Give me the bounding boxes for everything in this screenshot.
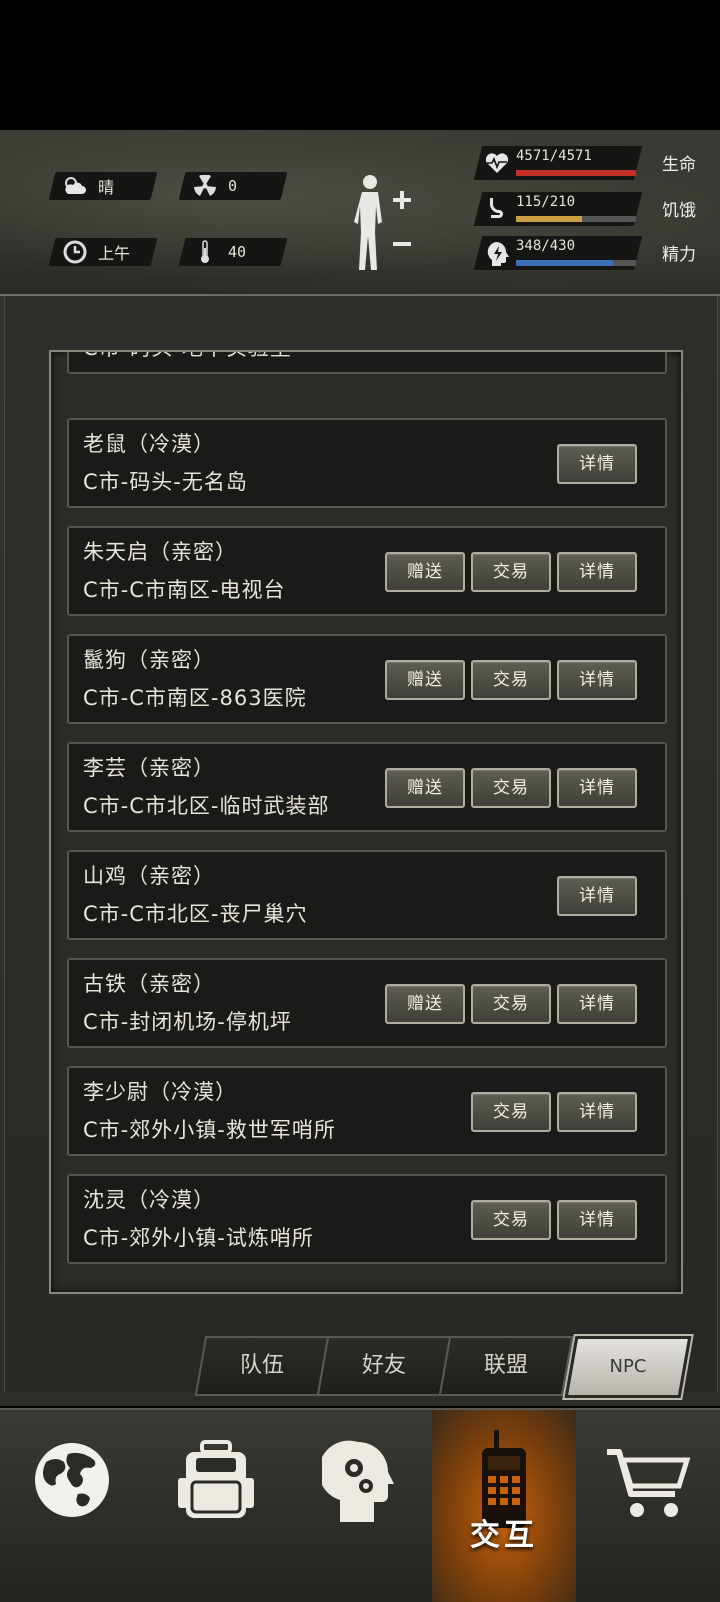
hunger-value: 115/210 — [516, 194, 576, 210]
gift-button[interactable]: 赠送 — [385, 984, 465, 1024]
life-value: 4571/4571 — [516, 148, 592, 164]
trade-button[interactable]: 交易 — [471, 1200, 551, 1240]
npc-row: 沈灵（冷漠） C市-郊外小镇-试炼哨所 交易 详情 — [67, 1174, 667, 1264]
npc-row: C市-码头-地下实验室 — [67, 352, 667, 374]
weather-cloud-sun-icon — [62, 174, 88, 198]
temperature-chip: 40 — [178, 238, 288, 266]
radiation-chip: 0 — [178, 172, 288, 200]
tab-friends[interactable]: 好友 — [316, 1336, 452, 1396]
body-status-icon[interactable] — [350, 170, 420, 276]
nav-inventory[interactable] — [144, 1410, 288, 1602]
npc-row: 李少尉（冷漠） C市-郊外小镇-救世军哨所 交易 详情 — [67, 1066, 667, 1156]
energy-value: 348/430 — [516, 238, 576, 254]
npc-name: 李少尉（冷漠） — [83, 1080, 237, 1104]
head-gears-icon — [322, 1440, 394, 1522]
tab-alliance-label: 联盟 — [483, 1353, 528, 1378]
radiation-icon — [192, 174, 218, 198]
details-button[interactable]: 详情 — [557, 768, 637, 808]
tab-friends-label: 好友 — [361, 1353, 406, 1378]
gift-button[interactable]: 赠送 — [385, 768, 465, 808]
npc-row: 鬣狗（亲密） C市-C市南区-863医院 赠送 交易 详情 — [67, 634, 667, 724]
npc-name: 李芸（亲密） — [83, 756, 215, 780]
time-of-day-value: 上午 — [98, 244, 131, 263]
details-button[interactable]: 详情 — [557, 984, 637, 1024]
nav-shop[interactable] — [576, 1410, 720, 1602]
npc-location: C市-C市北区-丧尸巢穴 — [83, 902, 308, 926]
nav-skills[interactable] — [288, 1410, 432, 1602]
details-button[interactable]: 详情 — [557, 1200, 637, 1240]
hunger-label: 饥饿 — [662, 201, 696, 221]
npc-row: 古铁（亲密） C市-封闭机场-停机坪 赠送 交易 详情 — [67, 958, 667, 1048]
gift-button[interactable]: 赠送 — [385, 552, 465, 592]
status-hud: 晴 0 上午 40 4571/4571 生命 115/210 饥饿 348/43… — [0, 130, 720, 296]
energy-bar — [516, 260, 636, 266]
life-stat: 4571/4571 — [473, 146, 643, 180]
trade-button[interactable]: 交易 — [471, 660, 551, 700]
social-tabs: 队伍 好友 联盟 NPC — [192, 1336, 702, 1398]
details-button[interactable]: 详情 — [557, 552, 637, 592]
shopping-cart-icon — [607, 1449, 691, 1517]
details-button[interactable]: 详情 — [557, 660, 637, 700]
npc-location: C市-C市南区-电视台 — [83, 578, 286, 602]
npc-name: 朱天启（亲密） — [83, 540, 237, 564]
energy-stat: 348/430 — [473, 236, 643, 270]
bottom-nav: 交互 — [0, 1408, 720, 1602]
tab-npc[interactable]: NPC — [564, 1336, 692, 1398]
weather-chip: 晴 — [48, 172, 158, 200]
life-label: 生命 — [662, 155, 696, 175]
tab-alliance[interactable]: 联盟 — [438, 1336, 574, 1396]
main-stage: C市-码头-地下实验室老鼠（冷漠）C市-码头-无名岛详情朱天启（亲密）C市-C市… — [0, 296, 720, 1406]
backpack-icon — [178, 1440, 254, 1518]
npc-name: 鬣狗（亲密） — [83, 648, 215, 672]
nav-interact[interactable]: 交互 — [432, 1410, 576, 1602]
weather-value: 晴 — [98, 178, 115, 197]
brain-energy-icon — [484, 240, 510, 266]
npc-row: 山鸡（亲密） C市-C市北区-丧尸巢穴 详情 — [67, 850, 667, 940]
details-button[interactable]: 详情 — [557, 444, 637, 484]
details-button[interactable]: 详情 — [557, 1092, 637, 1132]
time-chip: 上午 — [48, 238, 158, 266]
npc-location: C市-郊外小镇-救世军哨所 — [83, 1118, 336, 1142]
hunger-stat: 115/210 — [473, 192, 643, 226]
energy-label: 精力 — [662, 245, 696, 265]
nav-map[interactable] — [0, 1410, 144, 1602]
tab-team[interactable]: 队伍 — [194, 1336, 330, 1396]
tab-team-label: 队伍 — [239, 1353, 284, 1378]
thermometer-icon — [192, 240, 218, 264]
heart-rate-icon — [484, 150, 510, 176]
npc-location: C市-C市南区-863医院 — [83, 686, 307, 710]
npc-location: C市-码头-地下实验室 — [83, 352, 292, 362]
radiation-value: 0 — [228, 177, 238, 195]
npc-location: C市-C市北区-临时武装部 — [83, 794, 330, 818]
clock-icon — [62, 240, 88, 264]
npc-location: C市-码头-无名岛 — [83, 470, 248, 494]
nav-interact-label: 交互 — [470, 1518, 538, 1553]
trade-button[interactable]: 交易 — [471, 768, 551, 808]
npc-row: 老鼠（冷漠） C市-码头-无名岛 详情 — [67, 418, 667, 508]
npc-name: 山鸡（亲密） — [83, 864, 215, 888]
npc-location: C市-郊外小镇-试炼哨所 — [83, 1226, 314, 1250]
npc-name: 沈灵（冷漠） — [83, 1188, 215, 1212]
gift-button[interactable]: 赠送 — [385, 660, 465, 700]
globe-icon — [35, 1443, 109, 1517]
npc-name: 古铁（亲密） — [83, 972, 215, 996]
temperature-value: 40 — [228, 243, 247, 261]
npc-list-frame[interactable]: C市-码头-地下实验室老鼠（冷漠）C市-码头-无名岛详情朱天启（亲密）C市-C市… — [49, 350, 683, 1294]
stomach-icon — [484, 196, 510, 222]
details-button[interactable]: 详情 — [557, 876, 637, 916]
npc-panel: C市-码头-地下实验室老鼠（冷漠）C市-码头-无名岛详情朱天启（亲密）C市-C市… — [4, 296, 718, 1392]
trade-button[interactable]: 交易 — [471, 984, 551, 1024]
tab-npc-label: NPC — [609, 1356, 647, 1377]
trade-button[interactable]: 交易 — [471, 1092, 551, 1132]
npc-row: 李芸（亲密） C市-C市北区-临时武装部 赠送 交易 详情 — [67, 742, 667, 832]
hunger-bar — [516, 216, 636, 222]
life-bar — [516, 170, 636, 176]
npc-name: 老鼠（冷漠） — [83, 432, 215, 456]
trade-button[interactable]: 交易 — [471, 552, 551, 592]
npc-row: 朱天启（亲密） C市-C市南区-电视台 赠送 交易 详情 — [67, 526, 667, 616]
npc-location: C市-封闭机场-停机坪 — [83, 1010, 292, 1034]
